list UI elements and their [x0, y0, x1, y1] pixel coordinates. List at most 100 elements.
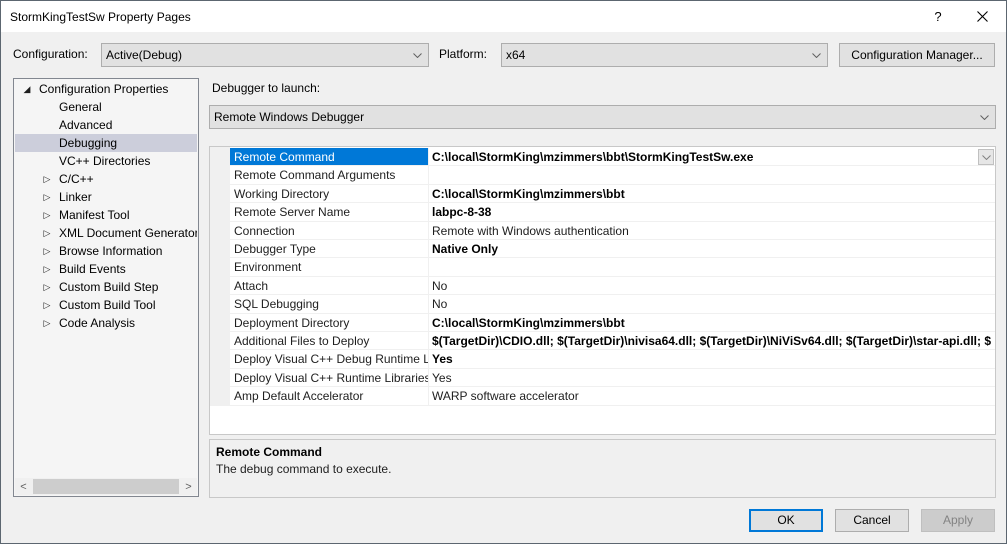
property-row[interactable]: Connection Remote with Windows authentica…	[230, 221, 995, 240]
property-row[interactable]: Deploy Visual C++ Runtime Libraries Yes	[230, 368, 995, 388]
collapsed-triangle-icon[interactable]: ▷	[42, 224, 52, 242]
property-row[interactable]: Amp Default Accelerator WARP software acc…	[230, 387, 995, 406]
property-value[interactable]	[430, 166, 995, 183]
property-row[interactable]: Working Directory C:\local\StormKing\mzim…	[230, 184, 995, 204]
debugger-select[interactable]: Remote Windows Debugger	[209, 105, 996, 129]
tree-item-debugging[interactable]: Debugging	[15, 134, 197, 152]
tree-item-manifest-tool[interactable]: ▷ Manifest Tool	[15, 206, 197, 224]
tree-item-build-events[interactable]: ▷ Build Events	[15, 260, 197, 278]
property-name[interactable]: Remote Command Arguments	[230, 166, 429, 184]
tree-item-configuration-properties[interactable]: ◢ Configuration Properties	[15, 80, 197, 98]
value-dropdown-button[interactable]	[978, 149, 994, 165]
tree-item-label: Custom Build Step	[59, 280, 159, 294]
close-button[interactable]	[960, 1, 1004, 32]
scroll-left-icon[interactable]: <	[15, 478, 32, 495]
collapsed-triangle-icon[interactable]: ▷	[42, 278, 52, 296]
property-row[interactable]: Remote Command C:\local\StormKing\mzimmer…	[230, 148, 995, 167]
collapsed-triangle-icon[interactable]: ▷	[42, 170, 52, 188]
property-name[interactable]: Remote Command	[230, 148, 429, 166]
configuration-label: Configuration:	[13, 47, 88, 61]
property-value[interactable]: Native Only	[430, 240, 995, 257]
tree-item-label: Debugging	[59, 136, 118, 150]
tree-item-vc-directories[interactable]: VC++ Directories	[15, 152, 197, 170]
tree-item-linker[interactable]: ▷ Linker	[15, 188, 197, 206]
tree-item-custom-build-tool[interactable]: ▷ Custom Build Tool	[15, 296, 197, 314]
tree-item-xml-document-generator[interactable]: ▷ XML Document Generator	[15, 224, 197, 242]
tree-item-label: Code Analysis	[59, 316, 136, 330]
property-value[interactable]: C:\local\StormKing\mzimmers\bbt\StormKin…	[430, 148, 995, 165]
debugger-value: Remote Windows Debugger	[214, 110, 365, 124]
property-value[interactable]: No	[430, 277, 995, 294]
collapsed-triangle-icon[interactable]: ▷	[42, 296, 52, 314]
cancel-button[interactable]: Cancel	[835, 509, 909, 532]
property-row[interactable]: Environment	[230, 258, 995, 277]
platform-select[interactable]: x64	[501, 43, 828, 67]
property-value[interactable]	[430, 258, 995, 275]
tree-item-label: Advanced	[59, 118, 113, 132]
property-name[interactable]: Deployment Directory	[230, 313, 429, 331]
property-name[interactable]: Deploy Visual C++ Runtime Libraries	[230, 368, 429, 387]
description-panel: Remote Command The debug command to exec…	[209, 439, 996, 498]
property-row[interactable]: Attach No	[230, 276, 995, 296]
property-value[interactable]: $(TargetDir)\CDIO.dll; $(TargetDir)\nivi…	[430, 332, 995, 349]
ok-button[interactable]: OK	[749, 509, 823, 532]
tree-item-label: Build Events	[59, 262, 126, 276]
property-pages-dialog: StormKingTestSw Property Pages ? Configu…	[0, 0, 1007, 544]
property-value[interactable]: Remote with Windows authentication	[430, 222, 995, 239]
property-name[interactable]: Debugger Type	[230, 240, 429, 258]
property-value[interactable]: C:\local\StormKing\mzimmers\bbt	[430, 185, 995, 202]
tree-item-label: Configuration Properties	[39, 82, 169, 96]
property-row[interactable]: Deployment Directory C:\local\StormKing\m…	[230, 313, 995, 332]
configuration-select[interactable]: Active(Debug)	[101, 43, 429, 67]
tree-item-code-analysis[interactable]: ▷ Code Analysis	[15, 314, 197, 332]
property-row[interactable]: Remote Server Name labpc-8-38	[230, 203, 995, 222]
property-row[interactable]: Additional Files to Deploy $(TargetDir)\C…	[230, 332, 995, 351]
property-name[interactable]: Environment	[230, 258, 429, 276]
apply-button[interactable]: Apply	[921, 509, 995, 532]
collapsed-triangle-icon[interactable]: ▷	[42, 314, 52, 332]
expanded-triangle-icon[interactable]: ◢	[22, 80, 32, 98]
property-row[interactable]: Remote Command Arguments	[230, 166, 995, 185]
property-name[interactable]: Amp Default Accelerator	[230, 387, 429, 405]
help-button[interactable]: ?	[916, 1, 960, 32]
property-value[interactable]: No	[430, 295, 995, 312]
property-name[interactable]: Attach	[230, 276, 429, 295]
property-name[interactable]: Working Directory	[230, 184, 429, 203]
tree-item-label: Linker	[59, 190, 92, 204]
property-value[interactable]: C:\local\StormKing\mzimmers\bbt	[430, 314, 995, 331]
property-value[interactable]: labpc-8-38	[430, 203, 995, 220]
collapsed-triangle-icon[interactable]: ▷	[42, 206, 52, 224]
tree-item-label: C/C++	[59, 172, 94, 186]
scrollbar-thumb[interactable]	[33, 479, 179, 494]
property-value[interactable]: Yes	[430, 350, 995, 367]
scroll-right-icon[interactable]: >	[180, 478, 197, 495]
property-name[interactable]: Deploy Visual C++ Debug Runtime L	[230, 350, 429, 368]
property-name[interactable]: Additional Files to Deploy	[230, 332, 429, 350]
property-name[interactable]: SQL Debugging	[230, 295, 429, 313]
tree-item-browse-information[interactable]: ▷ Browse Information	[15, 242, 197, 260]
property-row[interactable]: Deploy Visual C++ Debug Runtime L Yes	[230, 350, 995, 369]
description-title: Remote Command	[216, 445, 323, 459]
tree-item-advanced[interactable]: Advanced	[15, 116, 197, 134]
property-row[interactable]: SQL Debugging No	[230, 295, 995, 314]
property-row[interactable]: Debugger Type Native Only	[230, 240, 995, 259]
property-value[interactable]: Yes	[430, 369, 995, 386]
chevron-down-icon	[979, 106, 989, 128]
collapsed-triangle-icon[interactable]: ▷	[42, 242, 52, 260]
horizontal-scrollbar[interactable]: < >	[15, 478, 197, 495]
platform-value: x64	[506, 48, 526, 62]
tree-item-custom-build-step[interactable]: ▷ Custom Build Step	[15, 278, 197, 296]
tree-item-c-c[interactable]: ▷ C/C++	[15, 170, 197, 188]
chevron-down-icon	[412, 44, 422, 66]
property-name[interactable]: Remote Server Name	[230, 203, 429, 221]
tree-item-label: Custom Build Tool	[59, 298, 156, 312]
property-name[interactable]: Connection	[230, 221, 429, 239]
configuration-manager-button[interactable]: Configuration Manager...	[839, 43, 995, 67]
collapsed-triangle-icon[interactable]: ▷	[42, 260, 52, 278]
property-value[interactable]: WARP software accelerator	[430, 387, 995, 404]
configuration-value: Active(Debug)	[106, 48, 183, 62]
description-text: The debug command to execute.	[216, 462, 392, 476]
collapsed-triangle-icon[interactable]: ▷	[42, 188, 52, 206]
tree-item-general[interactable]: General	[15, 98, 197, 116]
tree-item-label: General	[59, 100, 102, 114]
